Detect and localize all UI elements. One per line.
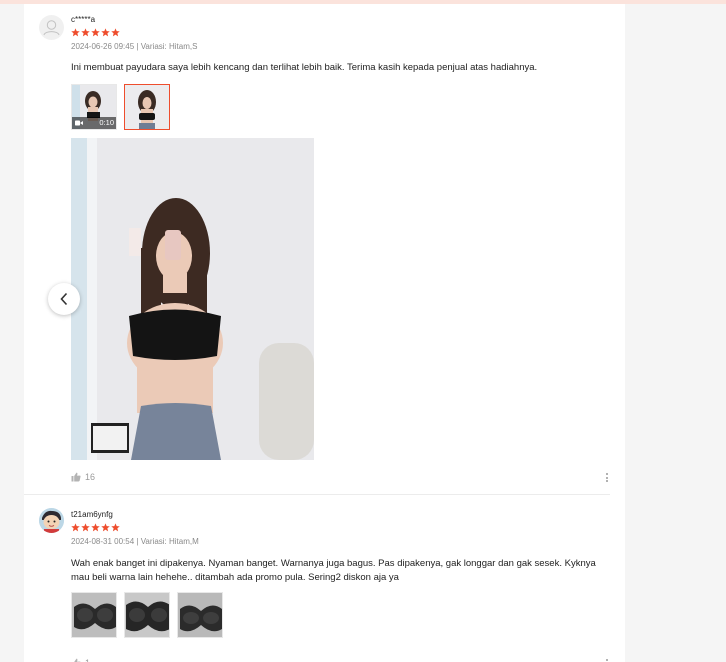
- previous-image-button[interactable]: [48, 283, 80, 315]
- photo-thumbnail-image: [125, 85, 169, 129]
- reviews-panel: c*****a 2024-06-26 09:45 | Variasi: Hita…: [24, 4, 625, 662]
- thumbs-up-icon: [71, 472, 81, 482]
- star-icon: [71, 523, 80, 532]
- star-icon: [91, 28, 100, 37]
- review-item: c*****a 2024-06-26 09:45 | Variasi: Hita…: [24, 4, 625, 494]
- video-duration-bar: 0:10: [72, 117, 116, 129]
- star-icon: [81, 523, 90, 532]
- reviewer-username[interactable]: c*****a: [71, 15, 95, 24]
- like-button[interactable]: 16: [71, 472, 95, 482]
- review-photo-preview: [71, 138, 314, 460]
- chevron-left-icon: [60, 292, 68, 306]
- more-options-button[interactable]: [604, 473, 610, 482]
- like-count: 16: [85, 472, 96, 482]
- user-avatar[interactable]: [39, 15, 64, 40]
- review-comment: Ini membuat payudara saya lebih kencang …: [71, 62, 538, 73]
- more-vertical-icon: [606, 659, 608, 661]
- user-avatar[interactable]: [39, 508, 64, 533]
- review-photo: [71, 138, 314, 460]
- photo-thumbnail-image: [178, 593, 222, 637]
- video-camera-icon: [75, 120, 83, 126]
- star-icon: [91, 523, 100, 532]
- photo-thumbnail-selected[interactable]: [124, 84, 170, 130]
- thumbs-up-icon: [74, 658, 81, 662]
- review-comment: Wah enak banget ini dipakenya. Nyaman ba…: [71, 558, 596, 583]
- review-meta: 2024-06-26 09:45 | Variasi: Hitam,S: [71, 42, 198, 51]
- more-dot: [606, 476, 608, 479]
- more-dot: [606, 480, 608, 482]
- photo-thumbnail[interactable]: [71, 592, 117, 638]
- photo-thumbnail[interactable]: [177, 592, 223, 638]
- like-count: 1: [85, 658, 90, 662]
- photo-thumbnail-image: [72, 593, 116, 637]
- star-icon: [71, 28, 80, 37]
- star-icon: [81, 28, 90, 37]
- star-icon: [111, 28, 120, 37]
- reviewer-username[interactable]: t21am6ynfg: [71, 510, 113, 519]
- default-user-icon: [43, 20, 60, 36]
- star-icon: [101, 28, 110, 37]
- more-vertical-icon: [606, 473, 608, 475]
- rating-stars: [71, 523, 120, 532]
- video-duration: 0:10: [99, 118, 114, 127]
- star-icon: [111, 523, 120, 532]
- photo-thumbnail-image: [125, 593, 169, 637]
- rating-stars: [71, 28, 120, 37]
- cartoon-avatar-icon: [39, 508, 64, 533]
- review-meta: 2024-08-31 00:54 | Variasi: Hitam,M: [71, 537, 199, 546]
- photo-thumbnail[interactable]: [124, 592, 170, 638]
- like-button[interactable]: 1: [71, 658, 90, 662]
- review-item: t21am6ynfg 2024-08-31 00:54 | Variasi: H…: [24, 495, 625, 662]
- video-thumbnail[interactable]: 0:10: [71, 84, 117, 130]
- star-icon: [101, 523, 110, 532]
